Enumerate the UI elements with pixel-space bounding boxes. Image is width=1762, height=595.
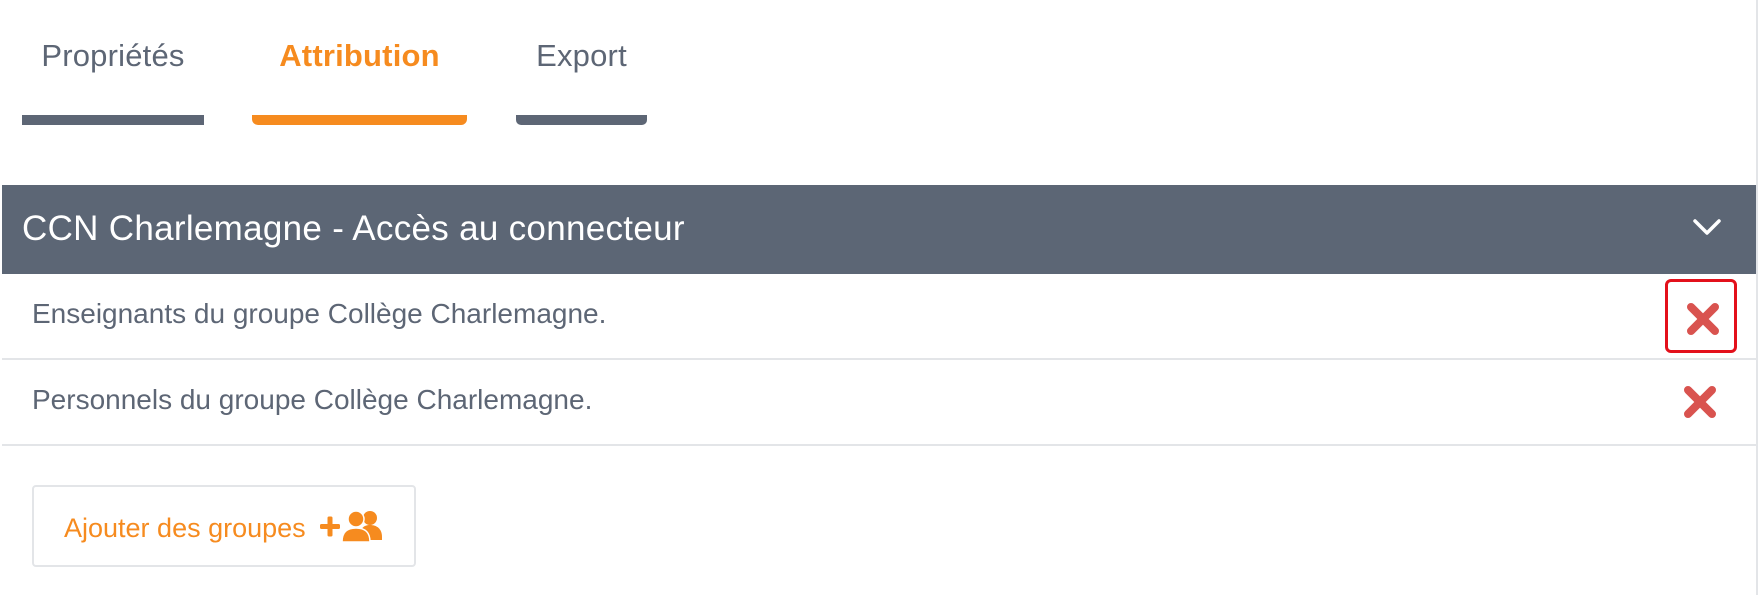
group-row: Personnels du groupe Collège Charlemagne… [2,360,1756,446]
close-icon [1684,386,1716,418]
tab-proprietes-underline [22,115,204,125]
tab-attribution-label: Attribution [279,38,440,73]
tab-bar: Propriétés Attribution Export [0,0,1762,130]
tab-export-underline [516,115,647,125]
remove-group-button[interactable] [1665,279,1737,353]
tab-proprietes-label: Propriétés [41,38,185,73]
group-row: Enseignants du groupe Collège Charlemagn… [2,274,1756,360]
tab-attribution[interactable]: Attribution [252,0,467,125]
attribution-panel: Propriétés Attribution Export CCN Charle… [0,0,1762,595]
tab-export-label: Export [536,38,627,73]
chevron-down-icon[interactable] [1692,215,1722,239]
tab-attribution-underline [252,115,467,125]
close-icon [1687,303,1719,335]
section-header[interactable]: CCN Charlemagne - Accès au connecteur [2,185,1756,274]
group-label: Enseignants du groupe Collège Charlemagn… [32,298,607,329]
remove-group-button[interactable] [1665,365,1737,439]
add-groups-button[interactable]: Ajouter des groupes [32,485,416,567]
tab-export[interactable]: Export [516,0,647,125]
section-title: CCN Charlemagne - Accès au connecteur [22,209,685,248]
add-groups-label: Ajouter des groupes [64,513,306,543]
add-users-icon [320,510,382,543]
group-label: Personnels du groupe Collège Charlemagne… [32,384,593,415]
tab-proprietes[interactable]: Propriétés [22,0,204,125]
panel-border [1756,0,1758,595]
